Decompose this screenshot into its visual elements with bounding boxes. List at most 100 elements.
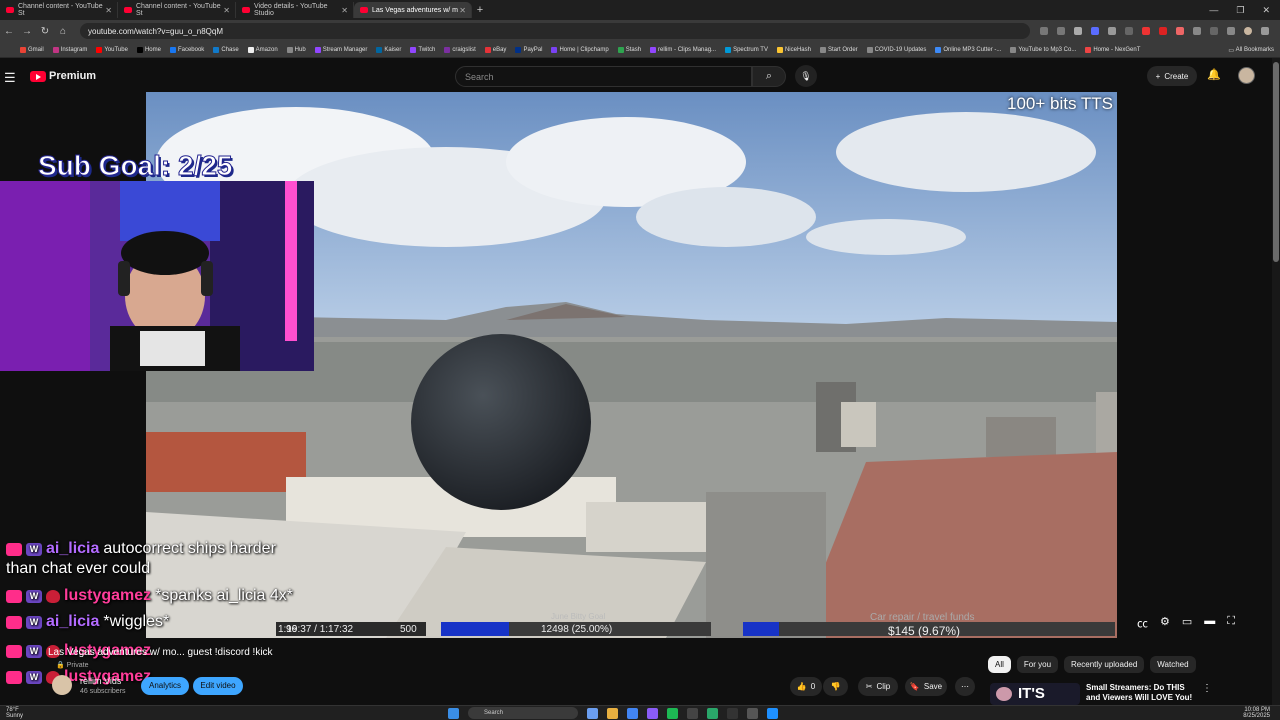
bookmark[interactable]: Start Order	[819, 46, 858, 53]
create-button[interactable]: + Create	[1147, 66, 1197, 86]
scrollbar-thumb[interactable]	[1273, 62, 1279, 262]
browser-tab-active[interactable]: Las Vegas adventures w/ m ✕	[354, 2, 472, 18]
captions-icon[interactable]: ㏄	[1137, 615, 1148, 631]
all-bookmarks-button[interactable]: ▭ All Bookmarks	[1222, 42, 1274, 57]
download-icon[interactable]	[1227, 27, 1235, 35]
recommended-video[interactable]: IT'S Small Streamers: Do THIS and Viewer…	[990, 683, 1212, 705]
miniplayer-icon[interactable]: ▭	[1182, 615, 1192, 631]
like-button[interactable]: 👍 0	[790, 677, 822, 696]
widgets-icon[interactable]	[587, 707, 598, 719]
zoom-icon[interactable]	[1057, 27, 1065, 35]
bookmark[interactable]: Instagram	[52, 46, 87, 53]
search-button[interactable]: ⌕	[752, 66, 786, 87]
twitch-icon[interactable]	[647, 707, 658, 719]
app-icon[interactable]	[767, 707, 778, 719]
weather-widget[interactable]: 78°F Sunny	[6, 707, 23, 719]
bookmark[interactable]: Amazon	[247, 46, 278, 53]
taskbar-search[interactable]: Search	[468, 707, 578, 719]
chip-recently-uploaded[interactable]: Recently uploaded	[1064, 656, 1145, 673]
bookmark[interactable]: YouTube	[96, 46, 128, 53]
chip-all[interactable]: All	[988, 656, 1011, 673]
bookmark[interactable]: Home | Clipchamp	[551, 46, 609, 53]
new-tab-button[interactable]: +	[472, 4, 488, 16]
save-button[interactable]: 🔖 Save	[905, 677, 947, 696]
bookmark[interactable]: Home	[136, 46, 161, 53]
chrome-icon[interactable]	[627, 707, 638, 719]
bookmark[interactable]: Kaiser	[376, 46, 401, 53]
puzzle-icon[interactable]	[1193, 27, 1201, 35]
channel-name[interactable]: rellim Vids	[80, 676, 121, 686]
browser-tab[interactable]: Channel content - YouTube St ✕	[118, 2, 236, 18]
bookmark[interactable]: COVID-19 Updates	[866, 46, 926, 53]
settings-gear-icon[interactable]: ⚙	[1160, 615, 1170, 631]
spotify-icon[interactable]	[667, 707, 678, 719]
more-vertical-icon[interactable]: ⋮	[1202, 683, 1212, 705]
analytics-button[interactable]: Analytics	[141, 677, 189, 695]
url-input[interactable]: youtube.com/watch?v=guu_o_n8QqM	[80, 23, 1030, 39]
bookmark[interactable]: PayPal	[515, 46, 542, 53]
clock[interactable]: 10:08 PM 8/25/2025	[1243, 707, 1270, 719]
hamburger-menu-icon[interactable]: ☰	[4, 70, 16, 86]
chip-watched[interactable]: Watched	[1150, 656, 1196, 673]
search-input[interactable]: Search	[455, 66, 752, 87]
dislike-button[interactable]: 👎	[823, 677, 848, 696]
notifications-bell-icon[interactable]: 🔔	[1207, 68, 1221, 81]
channel-avatar[interactable]	[52, 675, 72, 695]
clip-button[interactable]: ✂ Clip	[858, 677, 898, 696]
browser-tab[interactable]: Video details - YouTube Studio ✕	[236, 2, 354, 18]
file-explorer-icon[interactable]	[607, 707, 618, 719]
extension-icon[interactable]	[1108, 27, 1116, 35]
terminal-icon[interactable]	[727, 707, 738, 719]
bookmark[interactable]: Gmail	[20, 46, 44, 53]
close-tab-icon[interactable]: ✕	[341, 6, 348, 15]
bookmark[interactable]: Stash	[617, 46, 641, 53]
bookmark[interactable]: Spectrum TV	[725, 46, 768, 53]
close-tab-icon[interactable]: ✕	[459, 6, 466, 15]
edit-video-button[interactable]: Edit video	[193, 677, 243, 695]
extension-icon[interactable]	[1091, 27, 1099, 35]
close-tab-icon[interactable]: ✕	[105, 6, 112, 15]
theater-mode-icon[interactable]: ▬	[1204, 615, 1215, 631]
forward-icon[interactable]: →	[18, 26, 36, 37]
more-actions-button[interactable]: ⋯	[955, 677, 975, 696]
star-icon[interactable]	[1074, 27, 1082, 35]
bookmark[interactable]: Hub	[286, 46, 306, 53]
sidepanel-icon[interactable]	[1210, 27, 1218, 35]
bookmark[interactable]: YouTube to Mp3 Co...	[1010, 46, 1076, 53]
bookmark[interactable]: Stream Manager	[314, 46, 367, 53]
app-icon[interactable]	[747, 707, 758, 719]
minimize-icon[interactable]: —	[1209, 5, 1218, 15]
reload-icon[interactable]: ↻	[36, 26, 54, 37]
bookmark[interactable]: Facebook	[169, 46, 204, 53]
extension-icon[interactable]	[1142, 27, 1150, 35]
close-tab-icon[interactable]: ✕	[223, 6, 230, 15]
bookmark[interactable]: eBay	[484, 46, 506, 53]
cast-icon[interactable]	[1040, 27, 1048, 35]
close-window-icon[interactable]: ✕	[1262, 5, 1270, 16]
bookmark[interactable]: Twitch	[410, 46, 435, 53]
voice-search-button[interactable]: 🎙	[795, 65, 817, 87]
extension-icon[interactable]	[1176, 27, 1184, 35]
extension-icon[interactable]	[1159, 27, 1167, 35]
extension-icon[interactable]	[1125, 27, 1133, 35]
bookmark[interactable]: craigslist	[444, 46, 476, 53]
menu-icon[interactable]	[1261, 27, 1269, 35]
app-icon[interactable]	[707, 707, 718, 719]
youtube-logo[interactable]: Premium	[30, 70, 96, 82]
bookmark[interactable]: Chase	[213, 46, 239, 53]
profile-icon[interactable]	[1244, 27, 1252, 35]
browser-tab[interactable]: Channel content - YouTube St ✕	[0, 2, 118, 18]
home-icon[interactable]: ⌂	[54, 26, 72, 37]
back-icon[interactable]: ←	[0, 26, 18, 37]
bookmark[interactable]: NiceHash	[776, 46, 811, 53]
recommended-thumbnail[interactable]: IT'S	[990, 683, 1080, 705]
obs-icon[interactable]	[687, 707, 698, 719]
account-avatar[interactable]	[1238, 67, 1255, 84]
maximize-icon[interactable]: ❐	[1236, 5, 1244, 16]
bookmark[interactable]: rellim - Clips Manag...	[650, 46, 716, 53]
bookmark[interactable]: Home - NexGenT	[1085, 46, 1140, 53]
recommended-title[interactable]: Small Streamers: Do THIS and Viewers Wil…	[1086, 683, 1196, 705]
fullscreen-icon[interactable]: ⛶	[1227, 615, 1235, 631]
bookmark[interactable]: Online MP3 Cutter -...	[935, 46, 1001, 53]
chip-for-you[interactable]: For you	[1016, 656, 1059, 673]
